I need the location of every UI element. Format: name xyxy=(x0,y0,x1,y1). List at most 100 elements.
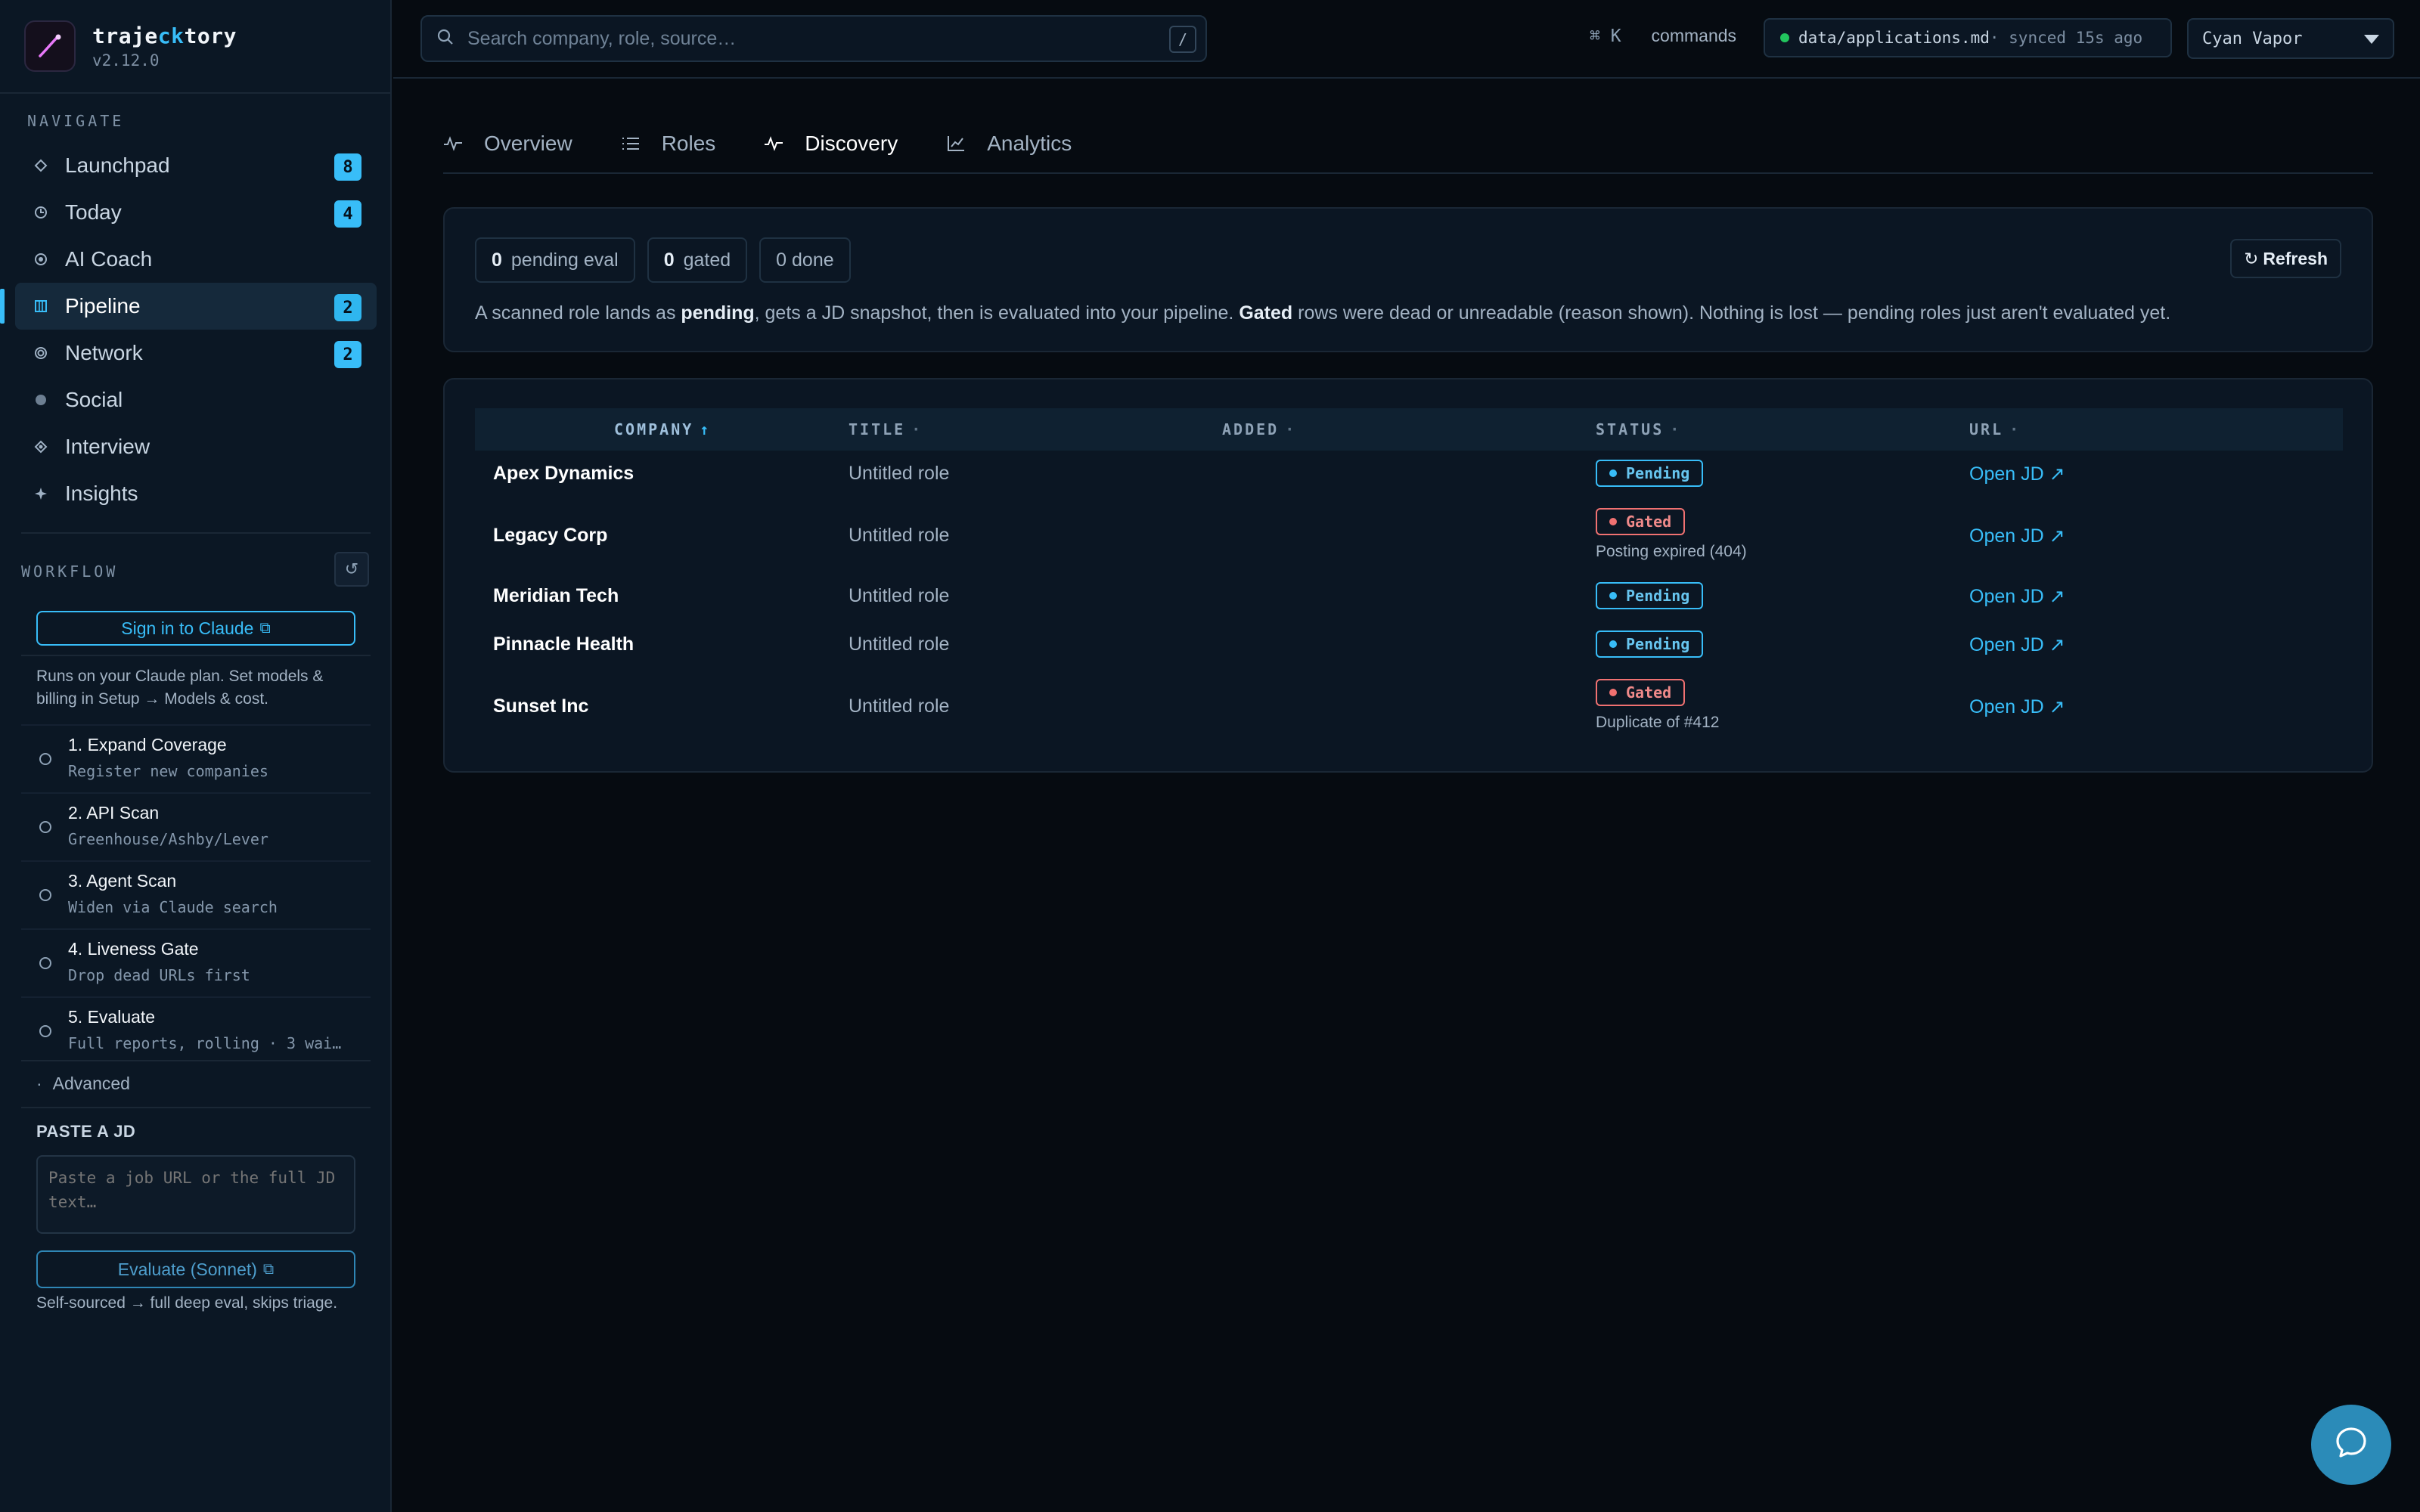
refresh-icon: ↺ xyxy=(344,559,359,578)
copy-icon: ⧉ xyxy=(262,1260,275,1278)
table-row[interactable]: Legacy Corp Untitled role Gated Posting e… xyxy=(475,499,2343,573)
tab-analytics[interactable]: Analytics xyxy=(946,124,1072,163)
open-jd-link[interactable]: Open JD ↗ xyxy=(1969,634,2065,655)
chevron-down-icon xyxy=(2364,35,2379,44)
divider xyxy=(0,92,390,94)
gated-stat: 0 gated xyxy=(647,237,748,283)
chat-button[interactable] xyxy=(2311,1405,2391,1485)
tab-label: Analytics xyxy=(987,132,1072,155)
done-stat: 0 done xyxy=(759,237,851,283)
evaluate-button[interactable]: Evaluate (Sonnet) ⧉ xyxy=(36,1250,355,1288)
brand[interactable]: trajecktory v2.12.0 xyxy=(24,20,237,73)
company-cell: Pinnacle Health xyxy=(493,634,634,655)
table-row[interactable]: Meridian Tech Untitled role Pending Open… xyxy=(475,573,2343,621)
step-title: 3. Agent Scan xyxy=(68,871,177,891)
sidebar-item-insights[interactable]: Insights xyxy=(15,470,377,517)
tab-label: Overview xyxy=(484,132,572,155)
added-cell xyxy=(1222,621,1596,670)
open-jd-link[interactable]: Open JD ↗ xyxy=(1969,463,2065,485)
sidebar-item-interview[interactable]: Interview xyxy=(15,423,377,470)
sidebar-item-pipeline[interactable]: Pipeline 2 xyxy=(0,283,377,330)
chart-icon xyxy=(946,134,966,153)
added-cell xyxy=(1222,670,1596,744)
theme-select[interactable]: Cyan Vapor xyxy=(2187,18,2394,59)
logo-icon xyxy=(24,20,76,72)
column-header-added[interactable]: ADDED · xyxy=(1222,408,1596,451)
main-tabs: Overview Roles Discovery Analytics xyxy=(443,124,2373,174)
table-row[interactable]: Apex Dynamics Untitled role Pending Open… xyxy=(475,451,2343,499)
url-cell: Open JD ↗ xyxy=(1969,573,2343,621)
paste-jd-label: PASTE A JD xyxy=(36,1122,136,1141)
refresh-label: Refresh xyxy=(2263,248,2328,268)
refresh-icon: ↻ xyxy=(2244,248,2259,268)
gate-reason: Duplicate of #412 xyxy=(1596,714,1720,731)
step-title: 4. Liveness Gate xyxy=(68,939,199,959)
column-header-title[interactable]: TITLE · xyxy=(849,408,1222,451)
step-status-icon xyxy=(39,753,51,765)
tab-label: Discovery xyxy=(805,132,898,155)
tab-discovery[interactable]: Discovery xyxy=(764,124,898,163)
table-row[interactable]: Sunset Inc Untitled role Gated Duplicate … xyxy=(475,670,2343,744)
sidebar-item-today[interactable]: Today 4 xyxy=(15,189,377,236)
chat-bubble-icon xyxy=(2333,1424,2369,1466)
command-key-icon: ⌘ K xyxy=(1590,26,1621,46)
sidebar-item-social[interactable]: Social xyxy=(15,376,377,423)
status-badge: Pending xyxy=(1596,582,1704,609)
open-jd-link[interactable]: Open JD ↗ xyxy=(1969,696,2065,717)
command-palette-button[interactable]: ⌘ K commands xyxy=(1590,26,1736,46)
search-input[interactable]: Search company, role, source… / xyxy=(420,15,1207,62)
discovery-summary: 0 pending eval 0 gated 0 done ↻ Refresh A … xyxy=(443,207,2373,352)
activity-icon xyxy=(764,134,783,153)
workflow-step[interactable]: 2. API Scan Greenhouse/Ashby/Lever xyxy=(21,792,371,860)
added-cell xyxy=(1222,451,1596,499)
workflow-step[interactable]: 4. Liveness Gate Drop dead URLs first xyxy=(21,928,371,996)
sort-icon: · xyxy=(2009,420,2019,438)
sidebar-item-launchpad[interactable]: Launchpad 8 xyxy=(15,142,377,189)
workflow-step[interactable]: 5. Evaluate Full reports, rolling · 3 wa… xyxy=(21,996,371,1064)
open-jd-link[interactable]: Open JD ↗ xyxy=(1969,586,2065,607)
refresh-button[interactable]: ↻ Refresh xyxy=(2230,239,2341,278)
tab-overview[interactable]: Overview xyxy=(443,124,572,163)
added-cell xyxy=(1222,573,1596,621)
open-jd-link[interactable]: Open JD ↗ xyxy=(1969,525,2065,547)
status-cell: Pending xyxy=(1596,451,1969,499)
gate-reason: Posting expired (404) xyxy=(1596,543,1747,560)
navigate-label: NAVIGATE xyxy=(27,112,125,130)
step-status-icon xyxy=(39,821,51,833)
workflow-step[interactable]: 3. Agent Scan Widen via Claude search xyxy=(21,860,371,928)
step-subtitle: Greenhouse/Ashby/Lever xyxy=(68,830,268,848)
status-badge: Pending xyxy=(1596,460,1704,487)
sidebar-item-ai-coach[interactable]: AI Coach xyxy=(15,236,377,283)
workflow-step[interactable]: 1. Expand Coverage Register new companie… xyxy=(21,724,371,792)
diamond-dot-icon xyxy=(33,439,48,454)
url-cell: Open JD ↗ xyxy=(1969,621,2343,670)
step-subtitle: Full reports, rolling · 3 wai… xyxy=(68,1034,342,1052)
column-header-company[interactable]: COMPANY ↑ xyxy=(475,408,849,451)
ring-icon xyxy=(33,345,48,361)
status-badge: Pending xyxy=(1596,631,1704,658)
sidebar-item-label: Launchpad xyxy=(65,153,170,177)
column-header-url[interactable]: URL · xyxy=(1969,408,2343,451)
sign-in-label: Sign in to Claude xyxy=(121,618,254,638)
sidebar-item-label: Insights xyxy=(65,482,138,505)
status-badge: Gated xyxy=(1596,508,1686,535)
tab-roles[interactable]: Roles xyxy=(621,124,715,163)
search-placeholder: Search company, role, source… xyxy=(467,27,737,49)
divider xyxy=(21,1060,371,1061)
column-header-status[interactable]: STATUS · xyxy=(1596,408,1969,451)
clock-icon xyxy=(33,205,48,220)
sidebar-nav: Launchpad 8 Today 4 AI Coach Pipeline 2 … xyxy=(0,142,377,517)
divider xyxy=(21,1107,371,1108)
paste-jd-input[interactable] xyxy=(36,1155,355,1234)
sign-in-claude-button[interactable]: Sign in to Claude ⧉ xyxy=(36,611,355,646)
sidebar-item-network[interactable]: Network 2 xyxy=(15,330,377,376)
sync-status[interactable]: data/applications.md · synced 15s ago xyxy=(1764,18,2172,57)
reset-workflow-button[interactable]: ↺ xyxy=(334,552,369,587)
synced-dot-icon xyxy=(1780,33,1789,42)
sidebar-item-label: Network xyxy=(65,341,143,364)
advanced-toggle[interactable]: Advanced xyxy=(36,1074,130,1094)
table-row[interactable]: Pinnacle Health Untitled role Pending Op… xyxy=(475,621,2343,670)
step-subtitle: Widen via Claude search xyxy=(68,898,278,916)
diamond-icon xyxy=(33,158,48,173)
sidebar-item-label: Social xyxy=(65,388,123,411)
